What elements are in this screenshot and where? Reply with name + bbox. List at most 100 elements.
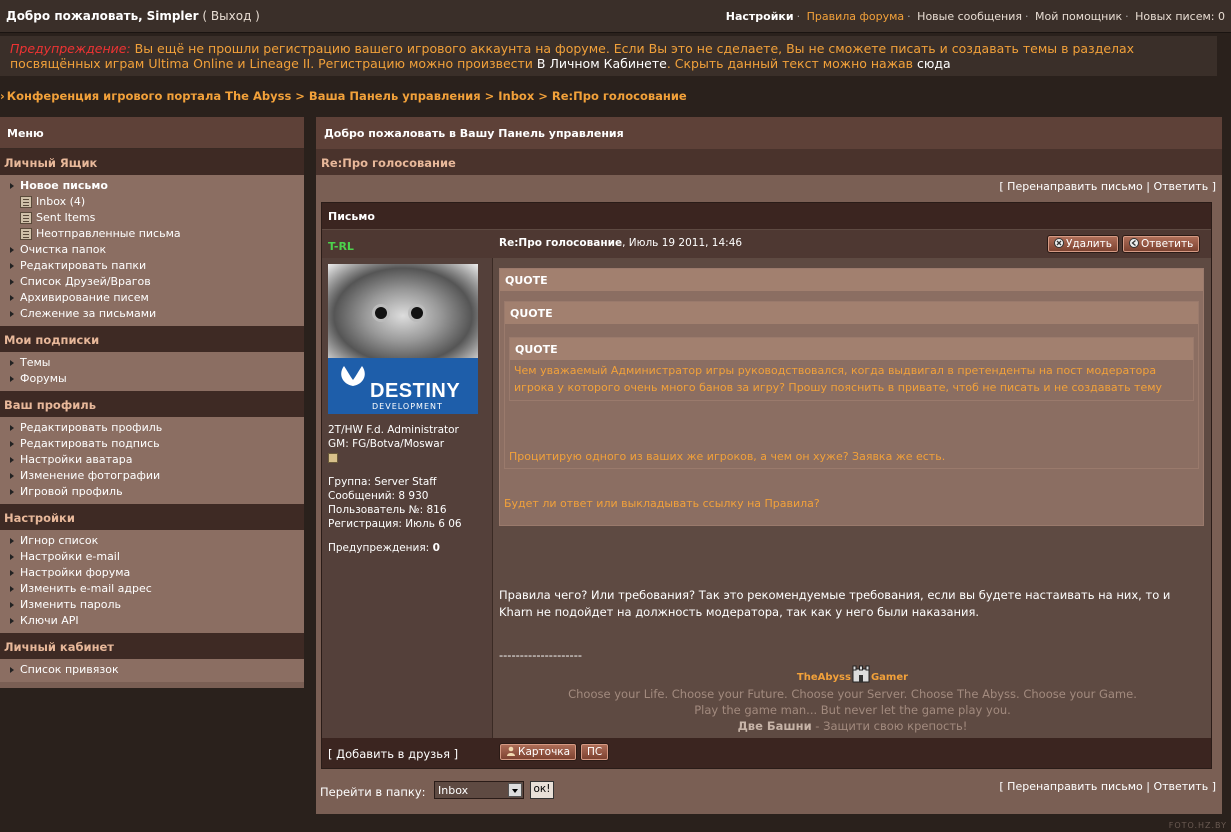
- quote-middle: QUOTE QUOTE Чем уважаемый Администратор …: [504, 301, 1199, 469]
- sidebar-item[interactable]: Очистка папок: [0, 242, 304, 258]
- cat-photo: [328, 264, 478, 358]
- card-button[interactable]: Карточка: [499, 743, 578, 761]
- rules-link[interactable]: Правила форума: [807, 10, 905, 23]
- sidebar-item[interactable]: Редактировать подпись: [0, 436, 304, 452]
- quote-header: QUOTE: [505, 302, 1198, 324]
- sidebar-item[interactable]: Изменить e-mail адрес: [0, 581, 304, 597]
- sidebar-item[interactable]: Настройки e-mail: [0, 549, 304, 565]
- delete-icon: [1054, 238, 1064, 248]
- bullet-arrow-icon: [10, 441, 14, 447]
- watermark: FOTO.HZ.BY: [1168, 821, 1227, 830]
- sidebar-item[interactable]: Настройки форума: [0, 565, 304, 581]
- sidebar-item[interactable]: Изменение фотографии: [0, 468, 304, 484]
- bottom-actions: [ Перенаправить письмо | Ответить ]: [999, 780, 1216, 793]
- sidebar-item[interactable]: Игровой профиль: [0, 484, 304, 500]
- settings-link[interactable]: Настройки: [726, 10, 794, 23]
- sidebar-item[interactable]: Ключи API: [0, 613, 304, 629]
- warnings-label: Предупреждения:: [328, 542, 430, 554]
- chevron-down-icon[interactable]: [508, 783, 522, 797]
- sidebar-item-label: Список Друзей/Врагов: [20, 275, 151, 288]
- sidebar-item-label: Очистка папок: [20, 243, 107, 256]
- pm-button[interactable]: ПС: [580, 743, 610, 761]
- reply-link[interactable]: Ответить: [1153, 180, 1208, 193]
- sidebar-item[interactable]: Архивирование писем: [0, 290, 304, 306]
- sidebar-item-label: Игровой профиль: [20, 485, 123, 498]
- delete-button[interactable]: Удалить: [1047, 235, 1119, 253]
- logout-link[interactable]: ( Выход ): [202, 9, 259, 23]
- sidebar-section-list: Новое письмо Inbox (4) Sent Items Неотправл…: [0, 175, 304, 326]
- message-subject: Re:Про голосование, Июль 19 2011, 14:46: [499, 237, 742, 249]
- sidebar-item-label: Настройки аватара: [20, 453, 133, 466]
- signature-brand: TheAbyss Gamer: [494, 665, 1211, 686]
- forward-link-bottom[interactable]: Перенаправить письмо: [1007, 780, 1143, 793]
- reply-link-bottom[interactable]: Ответить: [1153, 780, 1208, 793]
- panel-title: Добро пожаловать в Вашу Панель управлени…: [316, 117, 1222, 149]
- sidebar-menu: Меню Личный Ящик Новое письмо Inbox (4) Sen…: [0, 117, 304, 688]
- bullet-arrow-icon: [10, 279, 14, 285]
- folder-select[interactable]: Inbox: [434, 781, 524, 799]
- message-body-column: QUOTE QUOTE QUOTE Чем уважаемый Админист…: [494, 258, 1211, 738]
- sidebar-item[interactable]: Игнор список: [0, 533, 304, 549]
- sidebar-item-label: Неотправленные письма: [36, 227, 181, 240]
- sidebar-item-label: Изменение фотографии: [20, 469, 161, 482]
- destiny-logo: DESTINY DEVELOPMENT: [328, 358, 478, 414]
- sidebar-item[interactable]: Inbox (4): [0, 194, 304, 210]
- sidebar-section-title: Личный Ящик: [0, 149, 304, 175]
- sidebar-item[interactable]: Форумы: [0, 371, 304, 387]
- sidebar-section-list: Редактировать профиль Редактировать подпи…: [0, 417, 304, 504]
- user-registered: Регистрация: Июль 6 06: [328, 518, 462, 530]
- ok-button[interactable]: ок!: [530, 781, 554, 799]
- sidebar-item-label: Список привязок: [20, 663, 119, 676]
- signature: TheAbyss Gamer Choose your Life. Choose y…: [494, 665, 1211, 734]
- sidebar-item[interactable]: Настройки аватара: [0, 452, 304, 468]
- folder-jump: Перейти в папку: Inbox ок!: [320, 781, 554, 799]
- user-number: Пользователь №: 816: [328, 504, 447, 516]
- breadcrumb-text[interactable]: Конференция игрового портала The Abyss >…: [7, 89, 687, 103]
- butterfly-icon: [341, 366, 365, 386]
- delete-label: Удалить: [1066, 238, 1112, 250]
- signature-line-1: Choose your Life. Choose your Future. Ch…: [568, 687, 1137, 701]
- quote-header: QUOTE: [500, 269, 1203, 291]
- sidebar-item[interactable]: Список привязок: [0, 662, 304, 678]
- new-messages-link[interactable]: Новые сообщения: [917, 10, 1022, 23]
- quote-inner: QUOTE Чем уважаемый Администратор игры р…: [509, 337, 1194, 401]
- two-towers-link[interactable]: Две Башни: [738, 719, 812, 733]
- sidebar-item[interactable]: Sent Items: [0, 210, 304, 226]
- sidebar-item[interactable]: Список Друзей/Врагов: [0, 274, 304, 290]
- sidebar-item[interactable]: Новое письмо: [0, 178, 304, 194]
- username-link[interactable]: Simpler: [147, 9, 199, 23]
- message-subject-header: Re:Про голосование: [316, 149, 1222, 175]
- sidebar-item[interactable]: Редактировать профиль: [0, 420, 304, 436]
- signature-divider: --------------------: [499, 648, 582, 662]
- bullet-arrow-icon: [10, 538, 14, 544]
- bullet-arrow-icon: [10, 376, 14, 382]
- sidebar-item-label: Архивирование писем: [20, 291, 149, 304]
- hide-warning-link[interactable]: сюда: [917, 56, 951, 71]
- bullet-arrow-icon: [10, 554, 14, 560]
- folder-select-value: Inbox: [438, 784, 469, 797]
- cabinet-link[interactable]: В Личном Кабинете: [537, 56, 667, 71]
- sidebar-section-list: Темы Форумы: [0, 352, 304, 391]
- user-icon: [507, 746, 515, 756]
- bullet-arrow-icon: [10, 295, 14, 301]
- user-title-2: GM: FG/Botva/Moswar: [328, 438, 445, 450]
- message-date: , Июль 19 2011, 14:46: [622, 237, 743, 249]
- subject-title: Re:Про голосование: [499, 237, 623, 249]
- quote-inner-text: Чем уважаемый Администратор игры руковод…: [514, 364, 1163, 394]
- assistant-link[interactable]: Мой помощник: [1035, 10, 1122, 23]
- sidebar-item[interactable]: Изменить пароль: [0, 597, 304, 613]
- add-friend-link[interactable]: [ Добавить в друзья ]: [328, 747, 458, 761]
- reply-button[interactable]: Ответить: [1122, 235, 1201, 253]
- forward-link[interactable]: Перенаправить письмо: [1007, 180, 1143, 193]
- quote-outer: QUOTE QUOTE QUOTE Чем уважаемый Админист…: [499, 268, 1204, 526]
- sidebar-item-label: Темы: [20, 356, 51, 369]
- welcome-text: Добро пожаловать,: [6, 9, 143, 23]
- author-name[interactable]: T-RL: [328, 240, 354, 253]
- sidebar-item[interactable]: Слежение за письмами: [0, 306, 304, 322]
- sidebar-item[interactable]: Неотправленные письма: [0, 226, 304, 242]
- sidebar-item[interactable]: Редактировать папки: [0, 258, 304, 274]
- new-letters-link[interactable]: Новых писем: 0: [1135, 10, 1225, 23]
- sidebar-item[interactable]: Темы: [0, 355, 304, 371]
- sidebar-item-label: Ключи API: [20, 614, 79, 627]
- warnings-value[interactable]: 0: [433, 542, 440, 554]
